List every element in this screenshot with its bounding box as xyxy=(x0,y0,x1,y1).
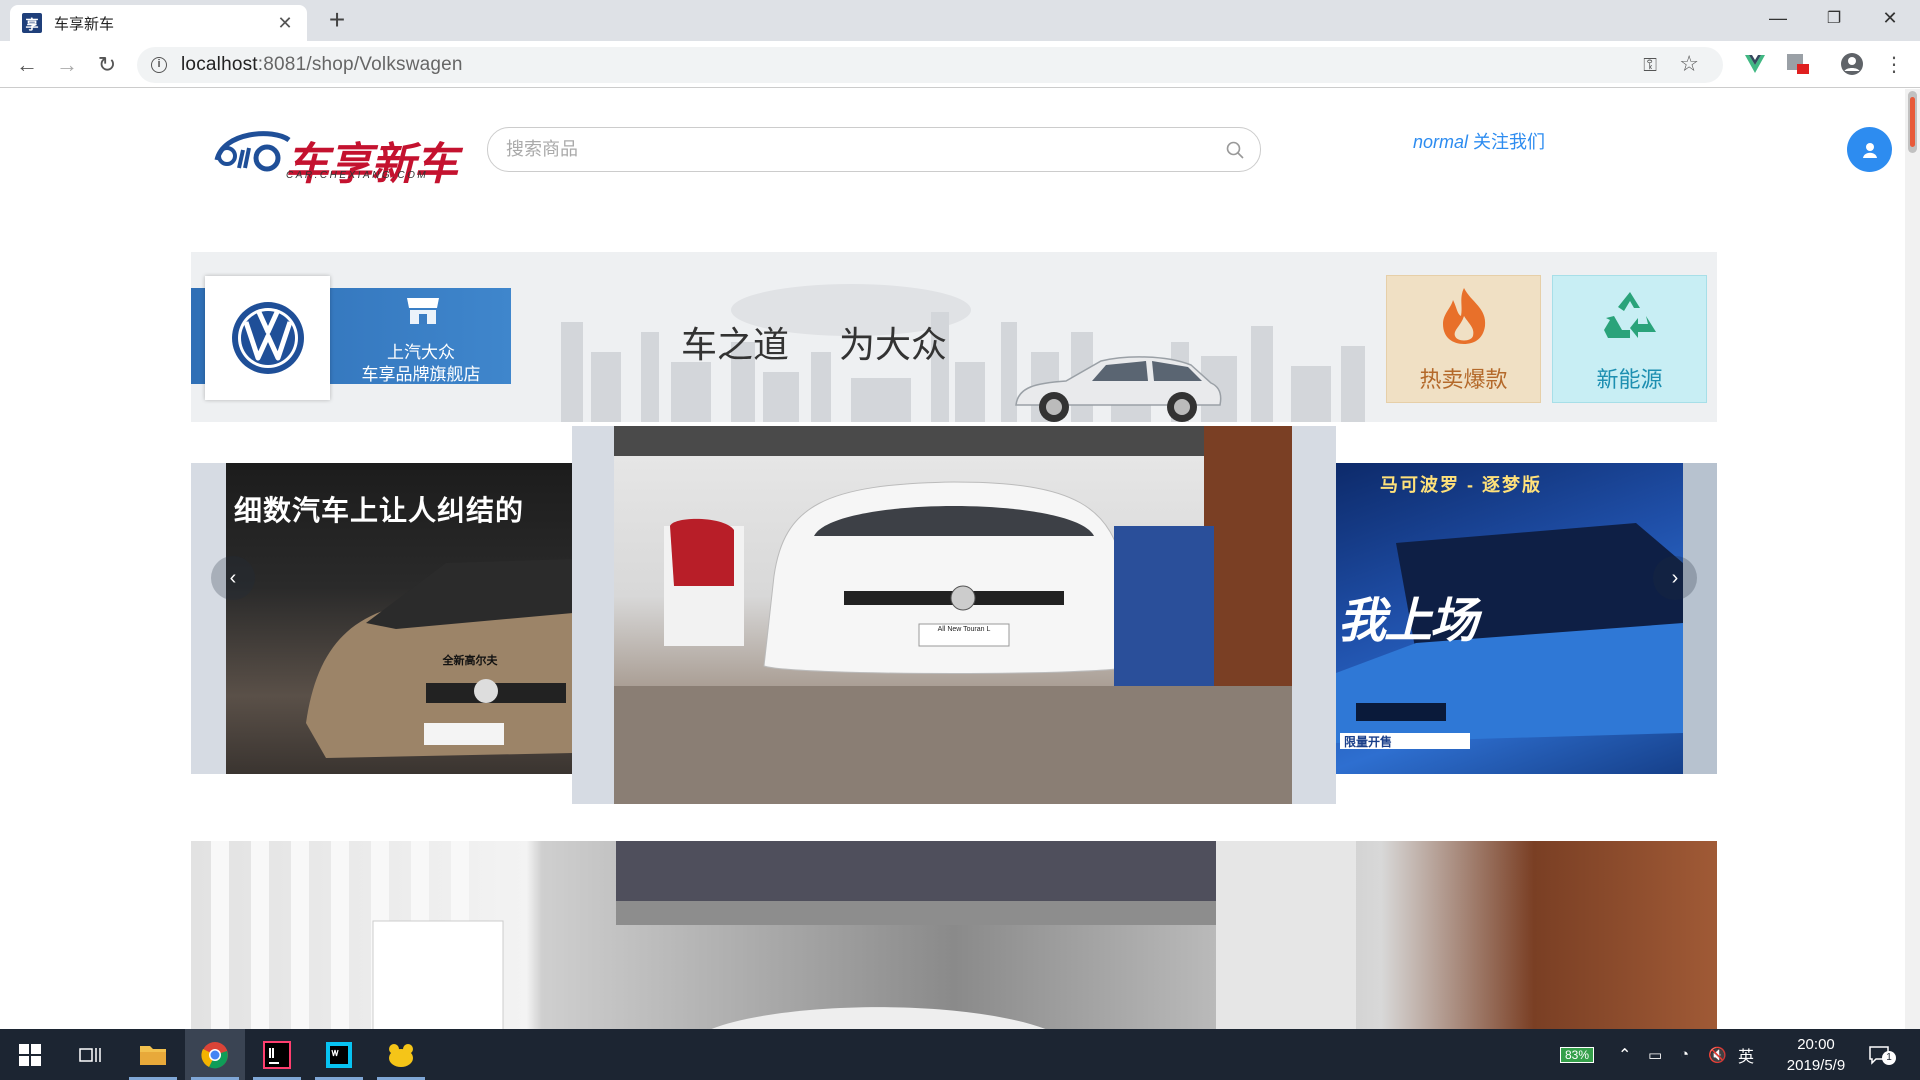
site-logo[interactable]: 车享新车 CAR.CHEXIANG.COM xyxy=(213,126,463,189)
file-explorer-button[interactable] xyxy=(123,1029,183,1080)
limited-sale-badge: 限量开售 xyxy=(1340,733,1470,749)
touran-plate: All New Touran L xyxy=(937,626,991,633)
left-slide-caption: 细数汽车上让人纠结的 xyxy=(234,495,525,526)
show-hidden-icons[interactable]: ⌃ xyxy=(1618,1029,1631,1080)
skyline-decoration xyxy=(561,284,1365,422)
right-slide-main-caption: 我上场 xyxy=(1338,595,1478,648)
task-view-button[interactable] xyxy=(60,1029,120,1080)
chrome-icon xyxy=(201,1041,228,1068)
windows-logo-icon xyxy=(19,1043,41,1066)
showroom-photo-large xyxy=(191,841,1717,1029)
showroom-large-scene xyxy=(211,841,1356,1029)
carousel-next-button[interactable]: › xyxy=(1653,556,1697,600)
golf-photo: 细数汽车上让人纠结的 全新高尔夫 xyxy=(226,463,573,774)
input-method-indicator[interactable]: 英 xyxy=(1738,1029,1754,1080)
forward-icon[interactable]: → xyxy=(51,49,83,81)
hot-sale-label: 热卖爆款 xyxy=(1419,367,1508,392)
flame-icon xyxy=(1442,288,1485,344)
logo-english-text: CAR.CHEXIANG.COM xyxy=(286,170,429,181)
scrollbar-thumb[interactable] xyxy=(1908,91,1917,153)
webstorm-taskbar-button[interactable] xyxy=(309,1029,369,1080)
vw-logo-box[interactable] xyxy=(205,276,330,400)
logo-swoosh-icon xyxy=(214,131,291,172)
new-energy-tile[interactable]: 新能源 xyxy=(1552,275,1707,403)
touran-showroom-photo: All New Touran L xyxy=(614,426,1292,804)
webstorm-icon xyxy=(326,1041,352,1068)
folder-icon xyxy=(140,1045,166,1065)
wifi-icon[interactable]: ◔ xyxy=(1680,1029,1689,1080)
battery-indicator[interactable]: 83% xyxy=(1560,1029,1595,1080)
page-viewport: 车享新车 CAR.CHEXIANG.COM normal 关注我们 xyxy=(0,89,1905,1029)
carousel-prev-button[interactable]: ‹ xyxy=(211,556,255,600)
url-text[interactable]: localhost:8081/shop/Volkswagen xyxy=(181,54,463,76)
volkswagen-logo-icon xyxy=(231,302,304,374)
clock-time: 20:00 xyxy=(1797,1036,1835,1053)
search-icon[interactable] xyxy=(1226,141,1244,159)
slogan-part2: 为大众 xyxy=(839,324,948,365)
browser-tab[interactable]: 享 车享新车 ✕ xyxy=(10,5,307,41)
banner-car-image xyxy=(1015,356,1222,422)
clock-date: 2019/5/9 xyxy=(1786,1057,1846,1074)
bookmark-star-icon[interactable]: ☆ xyxy=(1679,51,1699,77)
brand-store-line2: 车享品牌旗舰店 xyxy=(361,365,481,384)
tab-title: 车享新车 xyxy=(54,15,115,33)
notification-count-badge: 1 xyxy=(1882,1051,1896,1065)
new-energy-label: 新能源 xyxy=(1596,367,1663,392)
image-carousel: 细数汽车上让人纠结的 全新高尔夫 All New Touran L 马可波罗 -… xyxy=(191,426,1717,806)
new-tab-button[interactable]: + xyxy=(322,6,352,36)
maximize-button[interactable]: ❐ xyxy=(1806,0,1862,36)
intellij-icon xyxy=(263,1040,291,1069)
address-bar[interactable]: i localhost:8081/shop/Volkswagen ⚿ ☆ xyxy=(137,47,1723,83)
intellij-taskbar-button[interactable] xyxy=(247,1029,307,1080)
speaker-muted-icon[interactable]: 🔇 xyxy=(1708,1029,1727,1080)
vue-devtools-icon[interactable] xyxy=(1741,50,1769,78)
browser-toolbar: ← → ↻ i localhost:8081/shop/Volkswagen ⚿… xyxy=(0,41,1920,88)
store-icon xyxy=(407,298,439,324)
carousel-slide-right[interactable]: 马可波罗 - 逐梦版 我上场 限量开售 xyxy=(1336,463,1717,774)
right-slide-top-caption: 马可波罗 - 逐梦版 xyxy=(1380,475,1542,495)
hot-sale-tile[interactable]: 热卖爆款 xyxy=(1386,275,1541,403)
yellow-mascot-icon xyxy=(389,1043,413,1067)
task-view-icon xyxy=(79,1047,101,1062)
user-follow-link[interactable]: normal 关注我们 xyxy=(1413,128,1545,154)
chrome-taskbar-button[interactable] xyxy=(185,1029,245,1080)
system-clock[interactable]: 20:00 2019/5/9 xyxy=(1776,1034,1856,1076)
carousel-slide-left[interactable]: 细数汽车上让人纠结的 全新高尔夫 xyxy=(191,463,573,774)
brand-banner: 上汽大众 车享品牌旗舰店 车之道 为大众 热卖爆款 新能源 xyxy=(191,252,1717,422)
battery-percent: 83% xyxy=(1560,1046,1595,1063)
page-scrollbar[interactable] xyxy=(1905,89,1920,1029)
logo-chinese-text: 车享新车 xyxy=(285,140,458,189)
reload-icon[interactable]: ↻ xyxy=(91,49,123,81)
search-box[interactable] xyxy=(487,127,1261,172)
recycle-icon xyxy=(1603,292,1656,338)
user-avatar-button[interactable] xyxy=(1847,127,1892,172)
slogan-part1: 车之道 xyxy=(681,324,790,365)
marco-polo-photo: 马可波罗 - 逐梦版 我上场 限量开售 xyxy=(1336,463,1683,774)
tab-close-icon[interactable]: ✕ xyxy=(275,13,295,34)
minimize-button[interactable]: — xyxy=(1750,0,1806,36)
profile-icon[interactable] xyxy=(1838,50,1866,78)
site-favicon: 享 xyxy=(22,13,42,33)
back-icon[interactable]: ← xyxy=(11,49,43,81)
golf-plate: 全新高尔夫 xyxy=(442,655,498,667)
username-text[interactable]: normal xyxy=(1413,132,1468,152)
site-info-icon[interactable]: i xyxy=(151,57,167,73)
carousel-slide-center[interactable]: All New Touran L xyxy=(572,426,1336,804)
notification-center-button[interactable]: 1 xyxy=(1868,1029,1896,1080)
brand-store-badge[interactable]: 上汽大众 车享品牌旗舰店 xyxy=(333,288,509,384)
search-input[interactable] xyxy=(506,128,1206,171)
windows-taskbar: 83% ⌃ ▭ ◔ 🔇 英 20:00 2019/5/9 1 xyxy=(0,1029,1920,1080)
follow-us-link[interactable]: 关注我们 xyxy=(1473,132,1545,152)
extension-icon[interactable] xyxy=(1783,50,1811,78)
close-window-button[interactable]: ✕ xyxy=(1862,0,1918,36)
showroom-scene xyxy=(614,426,1292,804)
mascot-app-taskbar-button[interactable] xyxy=(371,1029,431,1080)
user-icon xyxy=(1862,142,1877,158)
tab-strip: 享 车享新车 ✕ + — ❐ ✕ xyxy=(0,0,1920,41)
menu-kebab-icon[interactable]: ⋮ xyxy=(1880,50,1908,78)
start-button[interactable] xyxy=(0,1029,60,1080)
password-key-icon[interactable]: ⚿ xyxy=(1643,55,1657,76)
power-icon[interactable]: ▭ xyxy=(1648,1029,1662,1080)
